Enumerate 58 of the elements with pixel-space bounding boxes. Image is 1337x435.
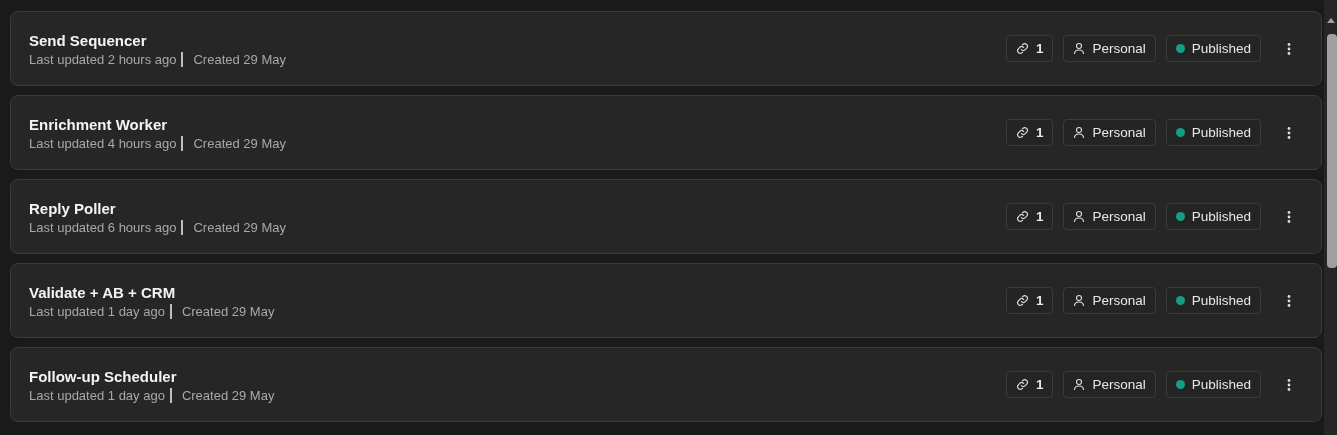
updated-time: Last updated 1 day ago	[29, 387, 172, 403]
updated-time: Last updated 4 hours ago	[29, 135, 184, 151]
status-dot	[1175, 128, 1185, 137]
status-dot	[1175, 296, 1185, 305]
more-icon	[1287, 126, 1291, 139]
link-icon	[1015, 210, 1029, 223]
link-icon	[1015, 126, 1029, 139]
workflow-title: Validate + AB + CRM	[29, 283, 177, 301]
created-date: Created 29 May	[192, 219, 286, 235]
status-badge[interactable]: Published	[1165, 287, 1261, 314]
workflow-card[interactable]: Reply Poller Last updated 6 hours ago Created 29 May 1 Personal Published	[10, 179, 1322, 254]
scrollbar-thumb[interactable]	[1327, 34, 1337, 268]
owner-badge[interactable]: Personal	[1063, 35, 1156, 62]
updated-time: Last updated 1 day ago	[29, 303, 172, 319]
more-icon	[1287, 42, 1291, 55]
link-icon	[1015, 294, 1029, 307]
scrollbar[interactable]	[1324, 0, 1337, 435]
workflow-card[interactable]: Send Sequencer Last updated 2 hours ago Created 29 May 1 Personal Published	[10, 11, 1322, 86]
link-count-badge[interactable]: 1	[1005, 203, 1054, 230]
person-icon	[1073, 42, 1086, 55]
owner-badge[interactable]: Personal	[1063, 119, 1156, 146]
status-badge[interactable]: Published	[1165, 203, 1261, 230]
workflow-title: Follow-up Scheduler	[29, 367, 178, 385]
created-date: Created 29 May	[180, 303, 275, 319]
more-icon	[1287, 378, 1291, 391]
updated-time: Last updated 6 hours ago	[29, 219, 184, 235]
workflow-card[interactable]: Enrichment Worker Last updated 4 hours ago Created 29 May 1 Personal Published	[10, 95, 1322, 170]
updated-time: Last updated 2 hours ago	[29, 51, 184, 67]
owner-badge[interactable]: Personal	[1063, 203, 1156, 230]
more-icon	[1287, 294, 1291, 307]
status-badge[interactable]: Published	[1165, 119, 1261, 146]
link-count-badge[interactable]: 1	[1005, 35, 1054, 62]
created-date: Created 29 May	[192, 135, 286, 151]
link-icon	[1015, 42, 1029, 55]
workflow-card[interactable]: Follow-up Scheduler Last updated 1 day ago Created 29 May 1 Personal Published	[10, 347, 1322, 422]
created-date: Created 29 May	[192, 51, 286, 67]
status-dot	[1175, 380, 1185, 389]
scroll-up-icon[interactable]	[1327, 18, 1335, 23]
workflow-title: Reply Poller	[29, 199, 117, 217]
workflow-title: Enrichment Worker	[29, 115, 169, 133]
link-count-badge[interactable]: 1	[1005, 119, 1054, 146]
owner-badge[interactable]: Personal	[1063, 287, 1156, 314]
person-icon	[1073, 378, 1086, 391]
link-count-badge[interactable]: 1	[1005, 287, 1054, 314]
person-icon	[1073, 294, 1086, 307]
link-icon	[1015, 378, 1029, 391]
created-date: Created 29 May	[180, 387, 275, 403]
workflow-card[interactable]: Validate + AB + CRM Last updated 1 day ago Created 29 May 1 Personal Published	[10, 263, 1322, 338]
status-badge[interactable]: Published	[1165, 371, 1261, 398]
person-icon	[1073, 126, 1086, 139]
person-icon	[1073, 210, 1086, 223]
status-badge[interactable]: Published	[1165, 35, 1261, 62]
owner-badge[interactable]: Personal	[1063, 371, 1156, 398]
status-dot	[1175, 44, 1185, 53]
more-icon	[1287, 210, 1291, 223]
workflow-title: Send Sequencer	[29, 31, 148, 49]
status-dot	[1175, 212, 1185, 221]
link-count-badge[interactable]: 1	[1005, 371, 1054, 398]
